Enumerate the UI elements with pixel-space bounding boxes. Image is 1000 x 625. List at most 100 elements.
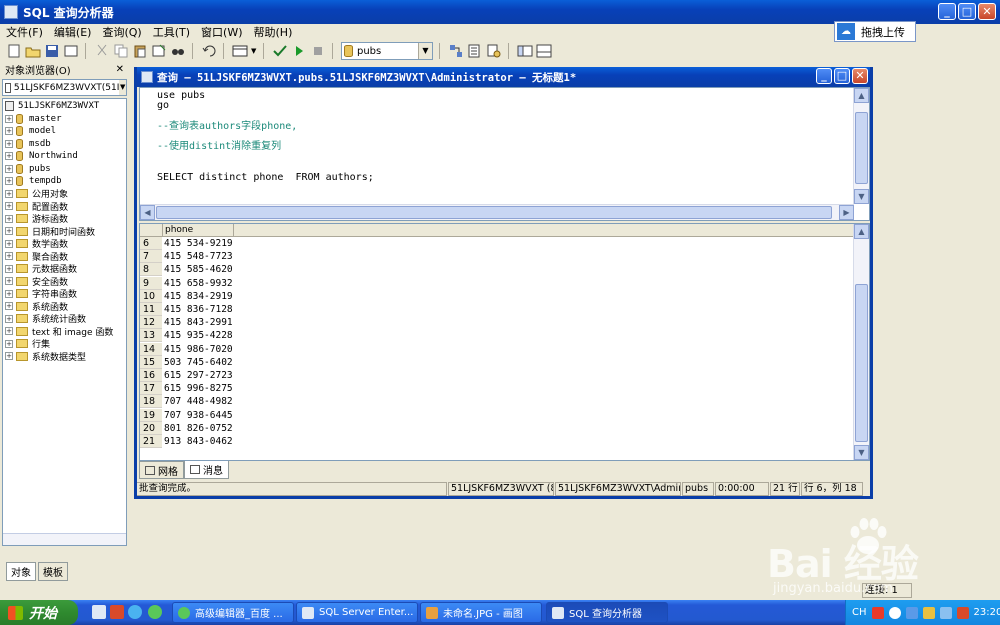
table-row[interactable]: 17 615 996-8275 [140,382,236,396]
shield-icon[interactable] [922,606,935,619]
chevron-down-icon[interactable]: ▼ [119,80,126,95]
table-row[interactable]: 21 913 843-0462 [140,435,236,448]
insert-template-icon[interactable] [63,43,79,59]
scroll-thumb[interactable] [156,206,832,219]
tree-item[interactable]: + 系统统计函数 [3,313,126,325]
cell-phone[interactable]: 415 658-9932 [164,277,233,290]
results-vertical-scrollbar[interactable]: ▲ ▼ [853,224,869,460]
dropdown-arrow-icon[interactable]: ▼ [251,43,257,59]
execute-icon[interactable] [291,43,307,59]
open-file-icon[interactable] [25,43,41,59]
task-paint[interactable]: 未命名.JPG - 画图 [420,602,542,623]
expand-icon[interactable]: + [5,339,13,348]
stop-icon[interactable] [310,43,326,59]
table-row[interactable]: 18 707 448-4982 [140,395,236,409]
cell-phone[interactable]: 415 843-2991 [164,316,233,329]
scroll-right-icon[interactable]: ▶ [839,205,854,220]
expand-icon[interactable]: + [5,352,13,361]
tree-item[interactable]: + 配置函数 [3,200,126,213]
server-combo[interactable]: 51LJSKF6MZ3WVXT(51I ▼ [2,79,127,96]
expand-icon[interactable]: + [5,289,13,298]
table-row[interactable]: 19 707 938-6445 [140,408,236,422]
column-header-phone[interactable]: phone [162,224,234,237]
tree-item[interactable]: + tempdb [3,175,126,188]
expand-icon[interactable]: + [5,139,13,148]
cell-phone[interactable]: 707 448-4982 [164,395,233,408]
expand-icon[interactable]: + [5,214,13,223]
expand-icon[interactable]: + [5,239,13,248]
input-method-icon[interactable] [871,606,884,619]
expand-icon[interactable]: + [5,277,13,286]
tree-item[interactable]: + 数学函数 [3,238,126,250]
tree-item[interactable]: + pubs [3,163,126,176]
tree-item[interactable]: + 字符串函数 [3,288,126,300]
language-indicator[interactable]: CH [852,607,867,618]
close-button[interactable]: ✕ [978,3,996,20]
clear-window-icon[interactable] [151,43,167,59]
menu-file[interactable]: 文件(F) [6,24,43,40]
tree-item[interactable]: + model [3,125,126,138]
cell-phone[interactable]: 415 548-7723 [164,250,233,263]
tree-item[interactable]: + 日期和时间函数 [3,225,126,238]
results-grid-icon[interactable] [232,43,248,59]
database-select[interactable]: pubs ▼ [341,42,433,60]
user-icon[interactable] [110,605,124,619]
cell-phone[interactable]: 801 826-0752 [164,422,233,435]
scroll-up-icon[interactable]: ▲ [854,88,869,103]
network-icon[interactable] [905,606,918,619]
menu-window[interactable]: 窗口(W) [201,24,242,40]
tree-item[interactable]: + Northwind [3,150,126,163]
table-row[interactable]: 6 415 534-9219 [140,237,236,250]
expand-icon[interactable]: + [5,114,13,123]
query-maximize-button[interactable]: □ [834,68,850,84]
tree-item[interactable]: + 系统数据类型 [3,350,126,363]
trace-icon[interactable] [467,43,483,59]
table-row[interactable]: 10 415 834-2919 [140,289,236,303]
expand-icon[interactable]: + [5,327,13,336]
menu-edit[interactable]: 编辑(E) [54,24,92,40]
tree-item[interactable]: + 行集 [3,338,126,350]
start-button[interactable]: 开始 [0,600,78,625]
upload-button[interactable]: ☁ 拖拽上传 [834,21,916,42]
cell-phone[interactable]: 415 935-4228 [164,329,233,342]
tab-grid[interactable]: 网格 [139,461,184,479]
cell-phone[interactable]: 913 843-0462 [164,435,233,448]
cell-phone[interactable]: 415 534-9219 [164,237,233,250]
browser-icon[interactable] [128,605,142,619]
query-minimize-button[interactable]: _ [816,68,832,84]
scroll-down-icon[interactable]: ▼ [854,189,869,204]
tab-objects[interactable]: 对象 [6,562,36,581]
cell-phone[interactable]: 415 836-7128 [164,303,233,316]
find-icon[interactable] [170,43,186,59]
menu-help[interactable]: 帮助(H) [254,24,293,40]
table-row[interactable]: 16 615 297-2723 [140,369,236,382]
close-icon[interactable]: ✕ [116,64,124,75]
expand-icon[interactable]: + [5,164,13,173]
expand-icon[interactable]: + [5,264,13,273]
tree-horizontal-scrollbar[interactable] [3,533,126,545]
table-row[interactable]: 13 415 935-4228 [140,329,236,343]
copy-icon[interactable] [113,43,129,59]
task-sql-enterprise[interactable]: SQL Server Enter... [296,602,418,623]
cell-phone[interactable]: 415 585-4620 [164,263,233,276]
expand-icon[interactable]: + [5,127,13,136]
table-row[interactable]: 20 801 826-0752 [140,421,236,435]
parse-query-icon[interactable] [272,43,288,59]
tree-item[interactable]: 51LJSKF6MZ3WVXT [3,100,126,113]
tab-messages[interactable]: 消息 [184,461,229,479]
expand-icon[interactable]: + [5,302,13,311]
tab-templates[interactable]: 模板 [38,562,68,581]
scroll-left-icon[interactable]: ◀ [140,205,155,220]
expand-icon[interactable]: + [5,227,13,236]
cell-phone[interactable]: 707 938-6445 [164,409,233,422]
table-row[interactable]: 11 415 836-7128 [140,303,236,316]
chevron-down-icon[interactable]: ▼ [418,43,432,59]
cell-phone[interactable]: 615 996-8275 [164,382,233,395]
table-row[interactable]: 12 415 843-2991 [140,316,236,330]
tree-item[interactable]: + 安全函数 [3,275,126,288]
cut-icon[interactable] [94,43,110,59]
security-icon[interactable] [956,606,969,619]
tree-item[interactable]: + text 和 image 函数 [3,325,126,338]
table-row[interactable]: 9 415 658-9932 [140,276,236,290]
cell-phone[interactable]: 415 986-7020 [164,343,233,356]
